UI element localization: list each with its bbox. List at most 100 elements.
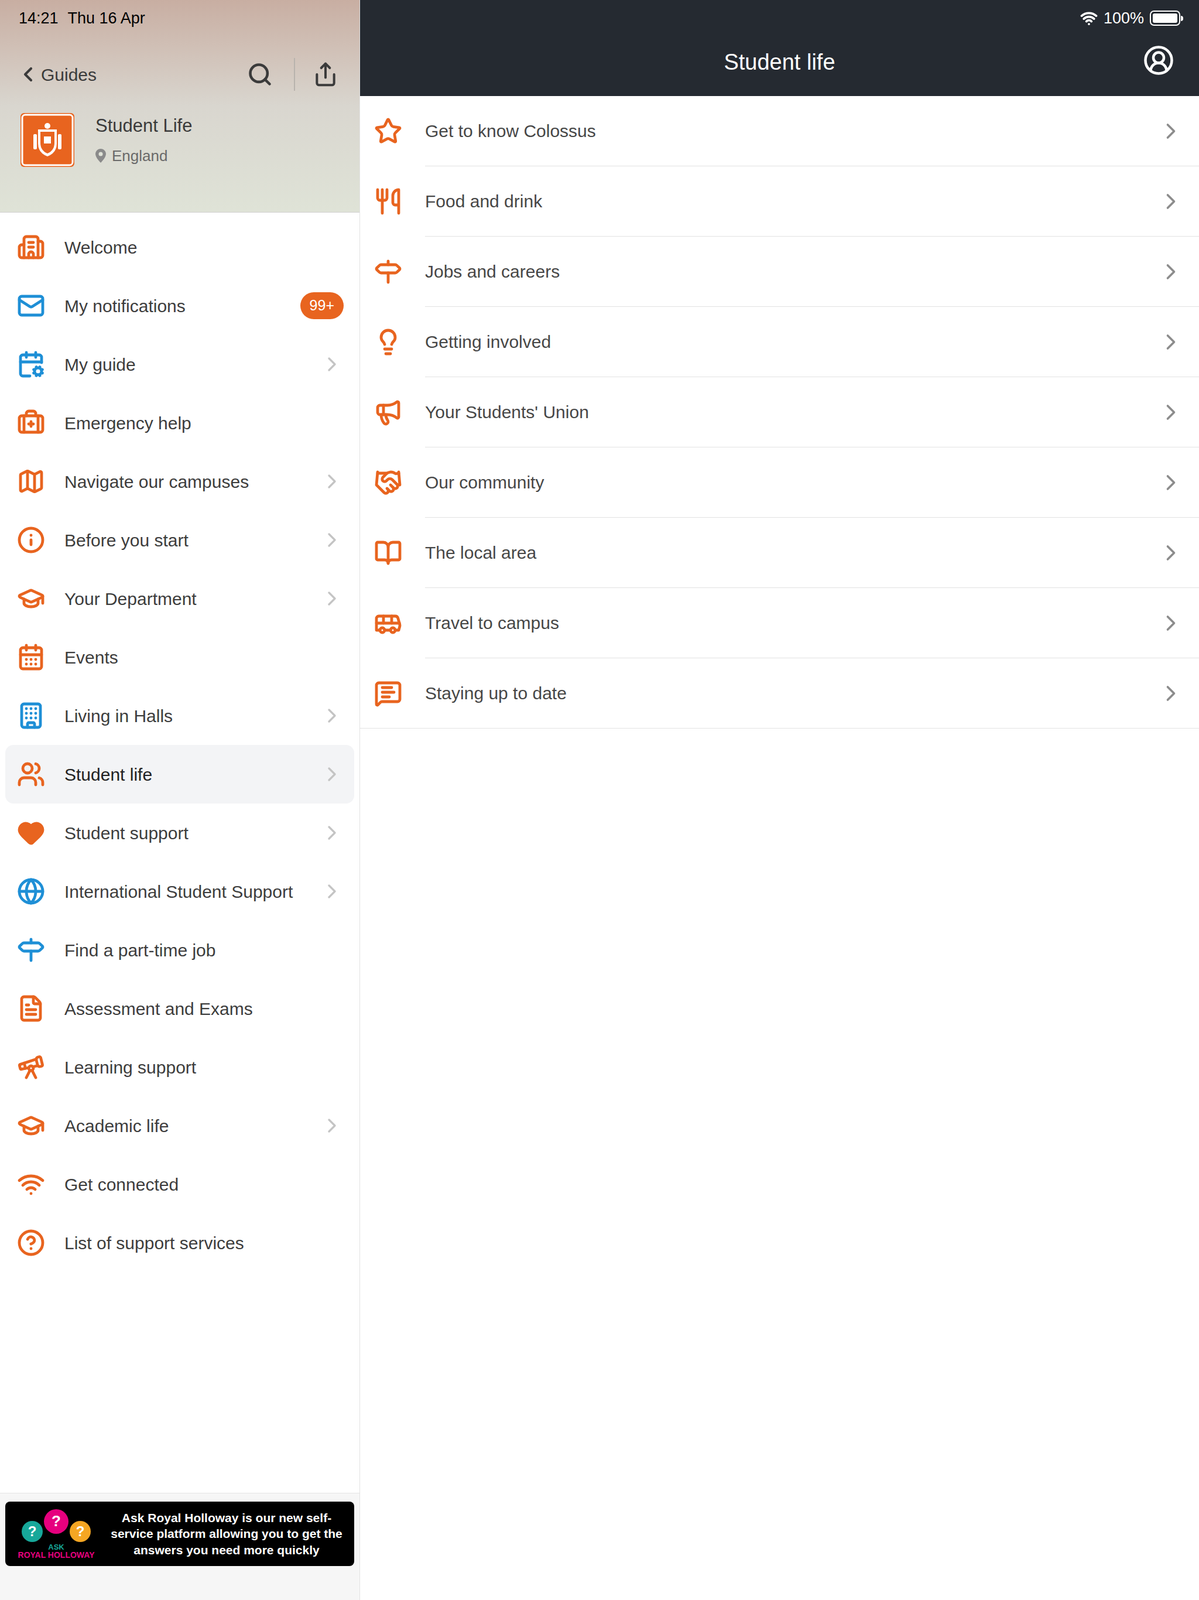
sidebar-item-label: My notifications	[64, 292, 301, 320]
content-row[interactable]: Travel to campus	[360, 587, 1199, 659]
guide-header: 14:21 Thu 16 Apr Guides Student Life England	[0, 0, 360, 213]
share-icon[interactable]	[312, 61, 339, 88]
content-row-label: Get to know Colossus	[425, 117, 1159, 145]
content-row[interactable]: Your Students' Union	[360, 377, 1199, 448]
menu-item-icon	[16, 1228, 46, 1257]
row-icon	[374, 398, 403, 427]
chevron-right-icon	[320, 469, 344, 493]
sidebar-item[interactable]: Learning support	[5, 1037, 355, 1096]
menu-item-icon	[16, 935, 46, 964]
sidebar-item[interactable]: Assessment and Exams	[5, 978, 355, 1038]
menu-item-icon	[16, 642, 46, 671]
content-list: Get to know Colossus Food and drink Jobs a…	[360, 96, 1199, 729]
sidebar-item[interactable]: International Student Support	[5, 861, 355, 921]
sidebar-item[interactable]: Student life	[5, 744, 355, 804]
sidebar-item[interactable]: Events	[5, 627, 355, 687]
sidebar: 14:21 Thu 16 Apr Guides Student Life England…	[0, 0, 361, 1600]
wifi-icon	[1080, 9, 1098, 27]
chevron-right-icon	[320, 703, 344, 728]
sidebar-item[interactable]: Student support	[5, 803, 355, 862]
sidebar-item[interactable]: Get connected	[5, 1154, 355, 1214]
chevron-right-icon	[1158, 258, 1184, 285]
sidebar-item-label: Assessment and Exams	[64, 995, 344, 1022]
content-row-label: Getting involved	[425, 328, 1159, 355]
sidebar-item[interactable]: Academic life	[5, 1095, 355, 1155]
battery-icon	[1149, 10, 1181, 26]
chevron-right-icon	[320, 1113, 344, 1137]
chevron-right-icon	[1158, 610, 1184, 636]
sidebar-item[interactable]: Welcome	[5, 217, 355, 277]
content-header: 100%Student life	[360, 0, 1199, 97]
menu-item-icon	[16, 701, 46, 730]
row-icon	[374, 538, 403, 567]
sidebar-item-label: List of support services	[64, 1229, 344, 1256]
sidebar-item-label: Learning support	[64, 1053, 344, 1081]
guide-title: Student Life	[95, 112, 193, 140]
sidebar-item[interactable]: My notifications99+	[5, 276, 355, 335]
menu-item-icon	[16, 467, 46, 496]
search-icon[interactable]	[247, 61, 273, 88]
guide-location: England	[95, 144, 193, 168]
row-icon	[374, 679, 403, 708]
back-button[interactable]: Guides	[16, 61, 97, 88]
battery-percent: 100%	[1103, 6, 1144, 31]
row-icon	[374, 187, 403, 216]
row-icon	[374, 608, 403, 637]
sidebar-list: WelcomeMy notifications99+ My guide Emerge…	[0, 212, 360, 1272]
chevron-right-icon	[1158, 469, 1184, 496]
status-time: 14:21	[18, 6, 59, 31]
sidebar-item-label: Student life	[64, 761, 321, 788]
content-row[interactable]: Jobs and careers	[360, 236, 1199, 307]
content-row[interactable]: Getting involved	[360, 306, 1199, 378]
content-row[interactable]: Our community	[360, 447, 1199, 518]
menu-item-icon	[16, 759, 46, 789]
crest-logo-icon	[20, 112, 75, 167]
menu-item-icon	[16, 350, 46, 379]
chevron-right-icon	[1158, 329, 1184, 355]
content-row-label: Jobs and careers	[425, 258, 1159, 285]
sidebar-item-label: Before you start	[64, 526, 321, 554]
content-row[interactable]: The local area	[360, 517, 1199, 588]
sidebar-item-label: International Student Support	[64, 878, 321, 905]
chevron-right-icon	[320, 528, 344, 552]
content-pane: 100%Student life Get to know Colossus Food…	[360, 0, 1199, 1600]
sidebar-item-label: Your Department	[64, 585, 321, 612]
guide-info: Student Life England	[0, 112, 360, 168]
ask-banner[interactable]: ???ASKROYAL HOLLOWAYAsk Royal Holloway i…	[5, 1501, 355, 1566]
guide-nav-row: Guides	[0, 36, 360, 113]
row-icon	[374, 327, 403, 356]
content-row-label: Travel to campus	[425, 609, 1159, 636]
menu-item-icon	[16, 1169, 46, 1198]
sidebar-item[interactable]: Emergency help	[5, 393, 355, 452]
menu-item-icon	[16, 1052, 46, 1081]
sidebar-item[interactable]: Your Department	[5, 569, 355, 628]
menu-item-icon	[16, 408, 46, 437]
row-icon	[374, 468, 403, 497]
sidebar-item[interactable]: Living in Halls	[5, 686, 355, 745]
sidebar-item-label: Student support	[64, 819, 321, 846]
chevron-left-icon	[16, 62, 40, 87]
menu-item-icon	[16, 877, 46, 906]
sidebar-item[interactable]: List of support services	[5, 1213, 355, 1272]
menu-item-icon	[16, 525, 46, 554]
sidebar-item-label: Emergency help	[64, 409, 344, 437]
content-row-label: Your Students' Union	[425, 398, 1159, 426]
sidebar-item[interactable]: My guide	[5, 334, 355, 394]
sidebar-item[interactable]: Before you start	[5, 510, 355, 570]
content-row[interactable]: Food and drink	[360, 166, 1199, 237]
sidebar-item[interactable]: Find a part-time job	[5, 920, 355, 979]
sidebar-item-label: Living in Halls	[64, 702, 321, 729]
content-row[interactable]: Get to know Colossus	[360, 96, 1199, 167]
status-date: Thu 16 Apr	[67, 6, 146, 31]
chevron-right-icon	[1158, 539, 1184, 566]
content-row-label: Staying up to date	[425, 679, 1159, 707]
content-row-label: The local area	[425, 539, 1159, 566]
sidebar-item-label: Get connected	[64, 1170, 344, 1198]
content-row[interactable]: Staying up to date	[360, 658, 1199, 729]
chevron-right-icon	[1158, 188, 1184, 215]
sidebar-item[interactable]: Navigate our campuses	[5, 451, 355, 511]
sidebar-item-label: Navigate our campuses	[64, 468, 321, 495]
sidebar-item-label: My guide	[64, 351, 321, 378]
menu-item-icon	[16, 233, 46, 262]
profile-icon[interactable]	[1142, 44, 1175, 77]
